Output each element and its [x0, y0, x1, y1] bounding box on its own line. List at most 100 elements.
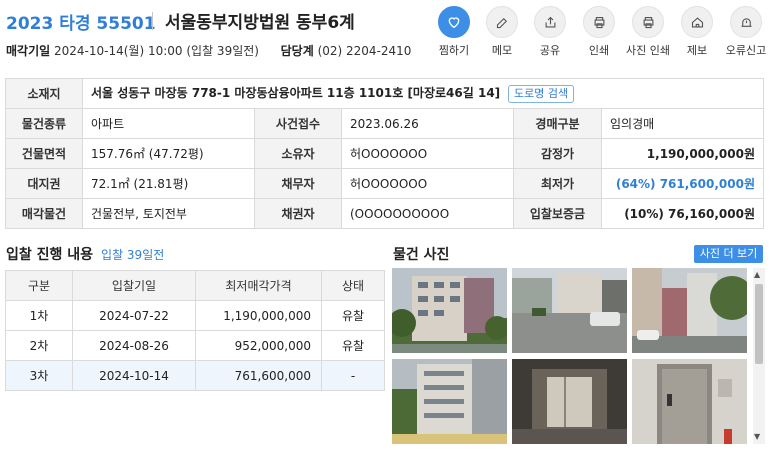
info-row: 대지권 72.1㎡ (21.81평) 채무자 허OOOOOOO 최저가 (64%… — [5, 168, 765, 199]
bid-history-table: 구분 입찰기일 최저매각가격 상태 1차 2024-07-22 1,190,00… — [5, 270, 385, 391]
bid-price: 952,000,000 — [195, 330, 322, 361]
share-label: 공유 — [539, 44, 561, 57]
bid-section-title: 입찰 진행 내용 입찰 39일전 — [6, 244, 164, 264]
memo-button[interactable]: 메모 — [480, 6, 524, 58]
photo-scrollbar[interactable]: ▲ ▼ — [753, 268, 765, 444]
auction-kind-label: 경매구분 — [513, 108, 602, 139]
col-round: 구분 — [5, 270, 73, 301]
photo-gallery — [392, 268, 752, 450]
min-price-value: (64%) 761,600,000원 — [600, 168, 765, 199]
col-status: 상태 — [321, 270, 385, 301]
land-right-value: 72.1㎡ (21.81평) — [82, 168, 255, 199]
error-report-label: 오류신고 — [725, 44, 767, 57]
dept-label: 담당계 — [280, 44, 314, 58]
sale-meta: 매각기일 2024-10-14(월) 10:00 (입찰 39일전) 담당계 (… — [6, 42, 411, 59]
more-photos-button[interactable]: 사진 더 보기 — [694, 245, 763, 263]
print-label: 인쇄 — [588, 44, 610, 57]
share-button[interactable]: 공유 — [528, 6, 572, 58]
creditor-label: 채권자 — [254, 198, 342, 229]
filed-label: 사건접수 — [254, 108, 342, 139]
bid-table-header: 구분 입찰기일 최저매각가격 상태 — [5, 270, 385, 301]
type-label: 물건종류 — [5, 108, 83, 139]
info-row: 건물면적 157.76㎡ (47.72평) 소유자 허OOOOOOO 감정가 1… — [5, 138, 765, 169]
address-value: 서울 성동구 마장동 778-1 마장동삼융아파트 11층 1101호 [마장로… — [91, 86, 501, 101]
info-row: 매각물건 건물전부, 토지전부 채권자 (OOOOOOOOOO 입찰보증금 (1… — [5, 198, 765, 229]
error-report-button[interactable]: 오류신고 — [724, 6, 768, 58]
property-photo[interactable] — [392, 268, 507, 353]
sale-date-label: 매각기일 — [6, 44, 51, 58]
address-cell: 서울 성동구 마장동 778-1 마장동삼융아파트 11층 1101호 [마장로… — [81, 78, 765, 109]
road-search-button[interactable]: 도로명 검색 — [507, 84, 575, 103]
home-icon — [691, 16, 703, 27]
sale-date-value: 2024-10-14(월) 10:00 (입찰 39일전) — [54, 44, 259, 58]
bid-price: 1,190,000,000 — [195, 300, 322, 331]
edit-icon — [496, 17, 507, 28]
dept-phone: (02) 2204-2410 — [317, 44, 412, 58]
report-button[interactable]: 제보 — [675, 6, 719, 58]
property-photo[interactable] — [632, 359, 747, 444]
appraisal-value: 1,190,000,000원 — [600, 138, 765, 169]
photo-section-title: 물건 사진 — [393, 247, 450, 263]
address-label: 소재지 — [5, 78, 83, 109]
property-photo[interactable] — [512, 268, 627, 353]
bid-status: - — [321, 360, 385, 391]
bid-round: 3차 — [5, 360, 73, 391]
debtor-label: 채무자 — [254, 168, 342, 199]
print-icon — [594, 16, 604, 28]
table-row: 1차 2024-07-22 1,190,000,000 유찰 — [5, 300, 385, 331]
court-name: 서울동부지방법원 동부6계 — [165, 13, 355, 33]
bid-date: 2024-08-26 — [72, 330, 196, 361]
sale-object-value: 건물전부, 토지전부 — [82, 198, 255, 229]
property-info-table: 소재지 서울 성동구 마장동 778-1 마장동삼융아파트 11층 1101호 … — [5, 78, 765, 229]
property-photo[interactable] — [632, 268, 747, 353]
bid-status: 유찰 — [321, 330, 385, 361]
min-price-label: 최저가 — [513, 168, 602, 199]
share-icon — [545, 16, 555, 27]
photo-print-label: 사진 인쇄 — [626, 44, 670, 57]
deposit-label: 입찰보증금 — [513, 198, 602, 229]
table-row: 2차 2024-08-26 952,000,000 유찰 — [5, 330, 385, 361]
address-row: 소재지 서울 성동구 마장동 778-1 마장동삼융아파트 11층 1101호 … — [5, 78, 765, 109]
type-value: 아파트 — [82, 108, 255, 139]
property-photo[interactable] — [512, 359, 627, 444]
favorite-label: 찜하기 — [438, 44, 470, 57]
table-row: 3차 2024-10-14 761,600,000 - — [5, 360, 385, 391]
bid-round: 2차 — [5, 330, 73, 361]
header: 2023 타경 55501 서울동부지방법원 동부6계 매각기일 2024-10… — [0, 0, 773, 62]
print-button[interactable]: 인쇄 — [577, 6, 621, 58]
alert-icon — [741, 17, 751, 27]
header-divider — [152, 12, 153, 30]
memo-label: 메모 — [491, 44, 513, 57]
scroll-up-icon[interactable]: ▲ — [754, 270, 760, 279]
bid-round: 1차 — [5, 300, 73, 331]
deposit-value: (10%) 76,160,000원 — [600, 198, 765, 229]
report-label: 제보 — [686, 44, 708, 57]
filed-value: 2023.06.26 — [341, 108, 514, 139]
scroll-down-icon[interactable]: ▼ — [754, 432, 760, 441]
owner-label: 소유자 — [254, 138, 342, 169]
case-number: 2023 타경 55501 — [6, 14, 156, 34]
favorite-button[interactable]: 찜하기 — [432, 6, 476, 58]
sale-object-label: 매각물건 — [5, 198, 83, 229]
bid-status: 유찰 — [321, 300, 385, 331]
bid-title: 입찰 진행 내용 — [6, 247, 94, 263]
bid-date: 2024-10-14 — [72, 360, 196, 391]
heart-icon — [448, 17, 460, 29]
photo-print-button[interactable]: 사진 인쇄 — [626, 6, 670, 58]
creditor-value: (OOOOOOOOOO — [341, 198, 514, 229]
bid-price: 761,600,000 — [195, 360, 322, 391]
col-date: 입찰기일 — [72, 270, 196, 301]
land-right-label: 대지권 — [5, 168, 83, 199]
owner-value: 허OOOOOOO — [341, 138, 514, 169]
scroll-thumb[interactable] — [755, 284, 763, 364]
auction-kind-value: 임의경매 — [600, 108, 765, 139]
debtor-value: 허OOOOOOO — [341, 168, 514, 199]
building-area-label: 건물면적 — [5, 138, 83, 169]
photo-print-icon — [643, 16, 653, 28]
appraisal-label: 감정가 — [513, 138, 602, 169]
col-price: 최저매각가격 — [195, 270, 322, 301]
bid-date: 2024-07-22 — [72, 300, 196, 331]
info-row: 물건종류 아파트 사건접수 2023.06.26 경매구분 임의경매 — [5, 108, 765, 139]
property-photo[interactable] — [392, 359, 507, 444]
building-area-value: 157.76㎡ (47.72평) — [82, 138, 255, 169]
